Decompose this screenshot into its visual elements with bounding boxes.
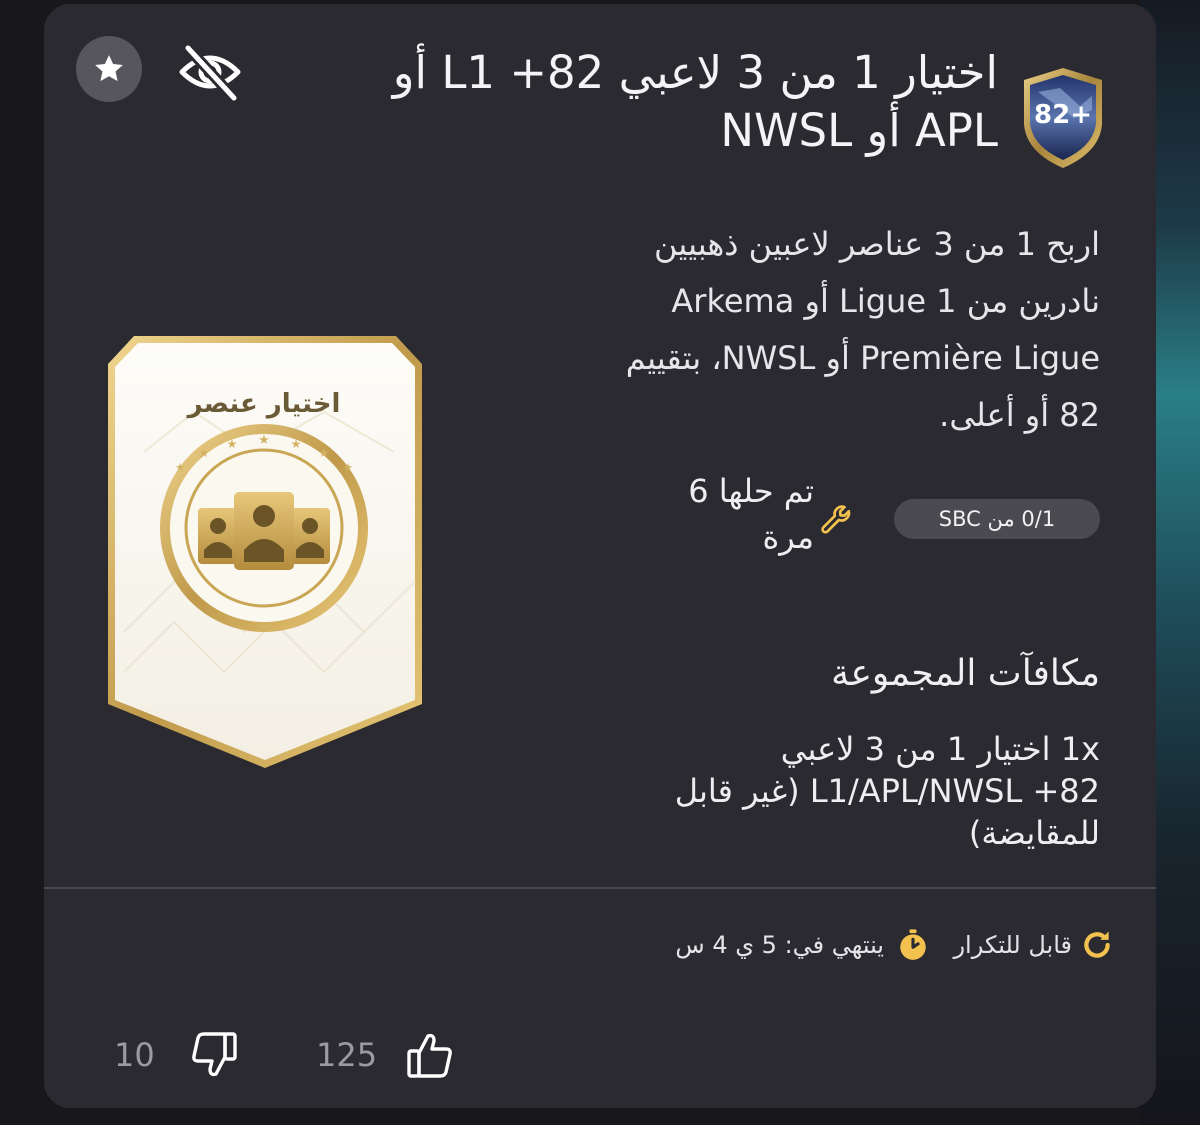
pack-label: اختيار عنصر	[186, 389, 341, 419]
sbc-progress-pill: 0/1 من SBC	[894, 499, 1100, 539]
refresh-icon	[1080, 928, 1114, 962]
repeatable-label: قابل للتكرار	[953, 931, 1072, 959]
eye-off-icon	[179, 42, 241, 104]
pack-card: ★ ★ ★ ★ ★ ★ ★ ★ اختيار عنصر	[104, 332, 426, 772]
badge-rating: 82+	[1034, 100, 1092, 130]
upvote-count: 125	[316, 1036, 378, 1074]
star-icon	[95, 55, 123, 82]
svg-text:★: ★	[258, 433, 270, 448]
hide-button[interactable]	[176, 42, 244, 104]
downvote-button[interactable]	[190, 1030, 238, 1080]
divider	[44, 887, 1156, 889]
svg-text:★: ★	[227, 437, 238, 451]
svg-text:★: ★	[319, 446, 330, 460]
svg-text:★: ★	[343, 461, 353, 474]
sbc-card[interactable]: اختيار 1 من 3 لاعبي L1 +82 أو APL أو NWS…	[44, 4, 1156, 1108]
thumbs-up-icon	[407, 1033, 452, 1078]
reward-item: 1x اختيار 1 من 3 لاعبي L1/APL/NWSL +82 (…	[674, 730, 1100, 852]
rewards-heading: مكافآت المجموعة	[831, 653, 1100, 694]
stopwatch-icon	[896, 928, 930, 962]
svg-text:★: ★	[291, 437, 302, 451]
favorite-button[interactable]	[76, 36, 142, 102]
svg-text:★: ★	[199, 446, 210, 460]
downvote-count: 10	[114, 1036, 155, 1074]
sbc-title: اختيار 1 من 3 لاعبي L1 +82 أو APL أو NWS…	[392, 46, 998, 157]
wrench-icon	[818, 502, 854, 538]
thumbs-down-icon	[192, 1032, 237, 1077]
svg-text:★: ★	[258, 620, 270, 635]
svg-text:★: ★	[175, 461, 185, 474]
solved-count: تم حلها 6 مرة	[688, 472, 814, 556]
sbc-description: اربح 1 من 3 عناصر لاعبين ذهبيين نادرين م…	[625, 225, 1100, 434]
expires-text: ينتهي في: 5 ي 4 س	[675, 931, 884, 959]
sbc-badge: 82+	[1020, 66, 1106, 170]
upvote-button[interactable]	[406, 1030, 454, 1080]
